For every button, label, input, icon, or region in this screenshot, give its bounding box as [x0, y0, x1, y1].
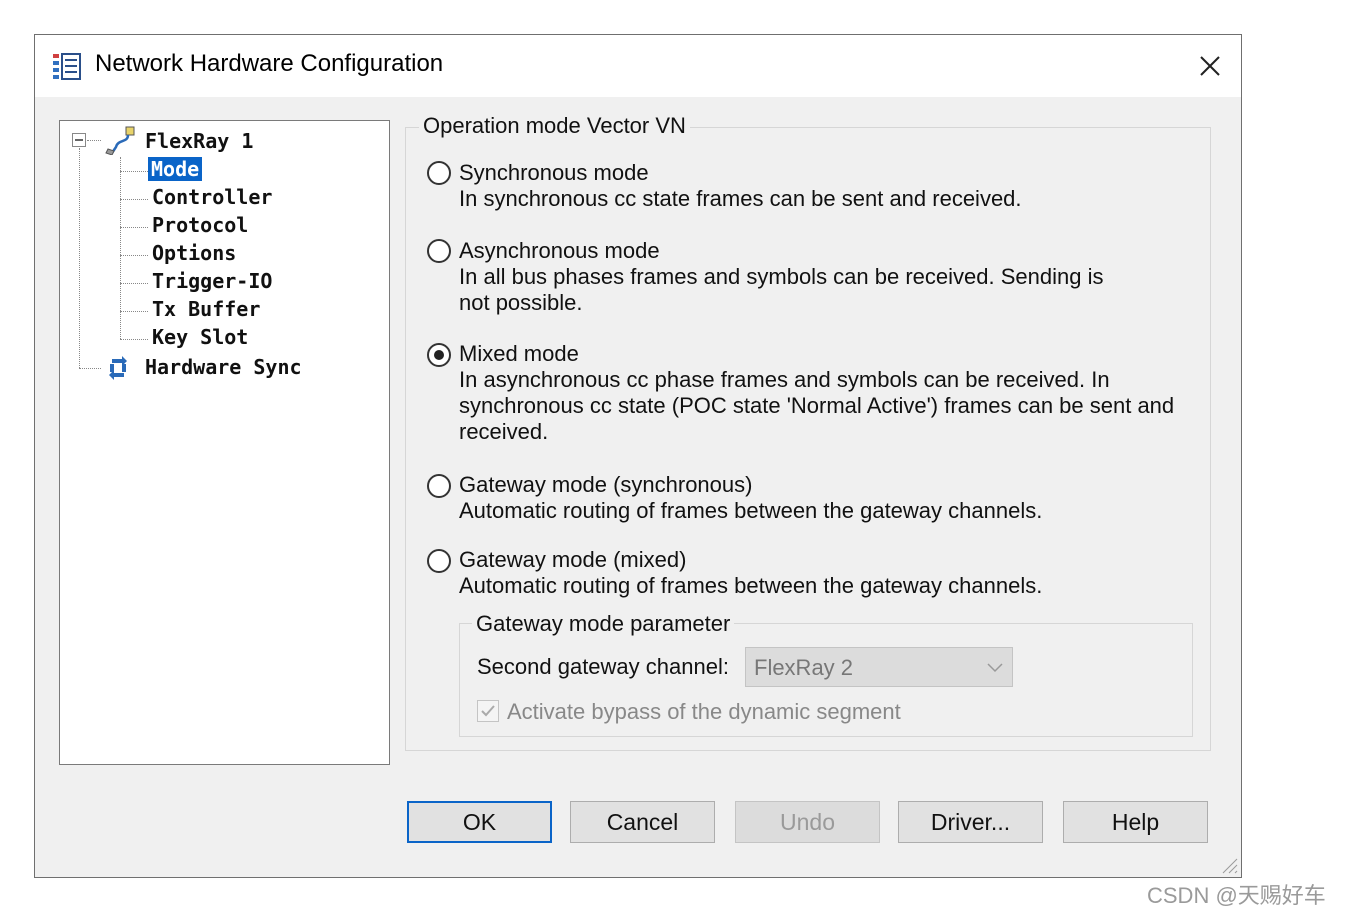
option-label-synchronous[interactable]: Synchronous mode [459, 160, 649, 186]
option-label-gateway-mixed[interactable]: Gateway mode (mixed) [459, 547, 686, 573]
second-gateway-channel-select[interactable]: FlexRay 2 [745, 647, 1013, 687]
bypass-dynamic-segment-checkbox[interactable] [477, 700, 499, 722]
checkmark-icon [481, 705, 495, 717]
close-icon[interactable] [1193, 49, 1227, 83]
resize-grip-icon[interactable] [1219, 855, 1239, 875]
option-label-mixed[interactable]: Mixed mode [459, 341, 579, 367]
option-desc-mixed: In asynchronous cc phase frames and symb… [459, 367, 1175, 444]
option-label-asynchronous[interactable]: Asynchronous mode [459, 238, 660, 264]
tree-item-trigger-io[interactable]: Trigger-IO [152, 269, 272, 293]
tree-item-flexray-1[interactable]: FlexRay 1 [145, 129, 253, 153]
cancel-button[interactable]: Cancel [570, 801, 715, 843]
tree-item-protocol[interactable]: Protocol [152, 213, 248, 237]
option-desc-gateway-mixed: Automatic routing of frames between the … [459, 573, 1043, 598]
gateway-parameter-title: Gateway mode parameter [472, 611, 735, 637]
window-title: Network Hardware Configuration [95, 50, 444, 77]
collapse-icon[interactable] [72, 133, 86, 147]
network-hardware-config-dialog: Network Hardware Configuration FlexRay 1… [34, 34, 1242, 878]
ok-button[interactable]: OK [407, 801, 552, 843]
navigation-tree[interactable]: FlexRay 1 Mode Controller Protocol Optio… [59, 120, 390, 765]
second-gateway-channel-value: FlexRay 2 [754, 655, 854, 680]
bypass-dynamic-segment-label[interactable]: Activate bypass of the dynamic segment [507, 699, 901, 725]
option-desc-gateway-sync: Automatic routing of frames between the … [459, 498, 1043, 523]
tree-item-controller[interactable]: Controller [152, 185, 272, 209]
radio-mixed-mode[interactable] [427, 343, 451, 367]
chevron-down-icon [987, 663, 1003, 673]
tree-item-key-slot[interactable]: Key Slot [152, 325, 248, 349]
help-button[interactable]: Help [1063, 801, 1208, 843]
network-config-icon [53, 53, 81, 80]
tree-item-options[interactable]: Options [152, 241, 236, 265]
option-desc-asynchronous: In all bus phases frames and symbols can… [459, 264, 1104, 315]
radio-gateway-sync-mode[interactable] [427, 474, 451, 498]
driver-button[interactable]: Driver... [898, 801, 1043, 843]
second-gateway-channel-label: Second gateway channel: [477, 654, 729, 679]
tree-item-hardware-sync[interactable]: Hardware Sync [145, 355, 302, 379]
radio-asynchronous-mode[interactable] [427, 239, 451, 263]
radio-synchronous-mode[interactable] [427, 161, 451, 185]
title-bar[interactable]: Network Hardware Configuration [35, 35, 1241, 97]
radio-gateway-mixed-mode[interactable] [427, 549, 451, 573]
tree-item-mode[interactable]: Mode [148, 157, 203, 181]
sync-arrows-icon [109, 356, 127, 380]
flexray-cable-icon [105, 126, 135, 155]
watermark: CSDN @天赐好车 [1147, 883, 1326, 908]
option-label-gateway-sync[interactable]: Gateway mode (synchronous) [459, 472, 752, 498]
undo-button[interactable]: Undo [735, 801, 880, 843]
operation-mode-group-title: Operation mode Vector VN [419, 113, 690, 139]
option-desc-synchronous: In synchronous cc state frames can be se… [459, 186, 1022, 211]
tree-item-tx-buffer[interactable]: Tx Buffer [152, 297, 260, 321]
